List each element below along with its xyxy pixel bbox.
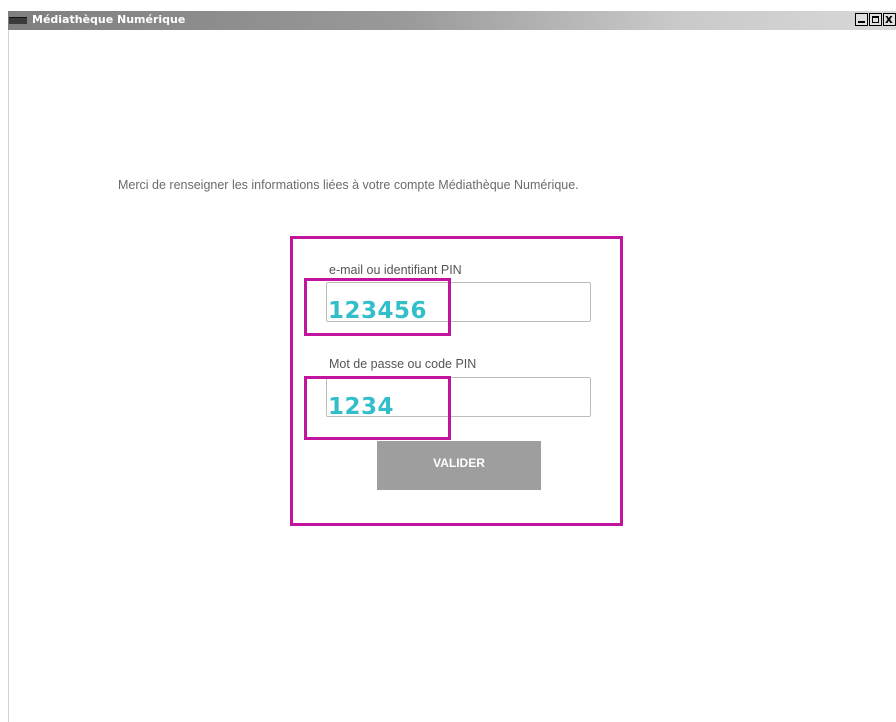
window-title: Médiathèque Numérique <box>32 13 186 26</box>
app-window: Médiathèque Numérique x Merci de renseig… <box>0 0 896 722</box>
identifier-label: e-mail ou identifiant PIN <box>329 263 462 277</box>
minimize-button[interactable] <box>855 13 868 26</box>
password-highlight-box <box>304 376 451 440</box>
identifier-highlight-box <box>304 278 451 336</box>
app-icon[interactable] <box>9 17 27 24</box>
window-left-border <box>8 30 9 722</box>
maximize-icon <box>872 16 879 23</box>
intro-message: Merci de renseigner les informations lié… <box>118 178 579 192</box>
validate-button[interactable]: VALIDER <box>377 441 541 490</box>
maximize-button[interactable] <box>869 13 882 26</box>
close-button[interactable]: x <box>883 12 896 26</box>
password-label: Mot de passe ou code PIN <box>329 357 477 371</box>
title-bar[interactable]: Médiathèque Numérique x <box>8 11 896 30</box>
close-icon: x <box>885 12 893 26</box>
minimize-icon <box>858 21 865 23</box>
window-controls: x <box>854 12 896 28</box>
